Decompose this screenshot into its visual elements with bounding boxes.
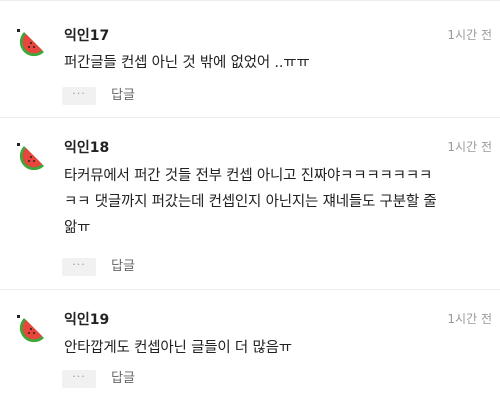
more-options-button[interactable]: ··· [62, 369, 96, 388]
comment-actions: ··· 답글 [62, 368, 135, 388]
reply-button[interactable]: 답글 [111, 87, 135, 105]
comment-nickname: 익인17 [64, 28, 110, 44]
comment-line: 앎ㅠ [64, 220, 91, 236]
more-options-button[interactable]: ··· [62, 257, 96, 276]
comment-body: 안타깝게도 컨셉아닌 글들이 더 많음ㅠ [64, 335, 494, 361]
watermelon-icon [14, 28, 48, 62]
comment-actions: ··· 답글 [62, 256, 135, 276]
comment-line: 타커뮤에서 퍼간 것들 전부 컨셉 아니고 진짜야ㅋㅋㅋㅋㅋㅋㅋ [64, 168, 433, 184]
comment-timestamp: 1시간 전 [447, 312, 492, 326]
comment-item: 익인18 1시간 전 타커뮤에서 퍼간 것들 전부 컨셉 아니고 진짜야ㅋㅋㅋㅋ… [0, 118, 500, 290]
comment-line: 퍼간글들 컨셉 아닌 것 밖에 없었어 ..ㅠㅠ [64, 55, 310, 71]
comment-actions: ··· 답글 [62, 85, 135, 105]
comment-line: ㅋㅋ 댓글까지 퍼갔는데 컨셉인지 아닌지는 쟤네들도 구분할 줄 [64, 194, 437, 210]
reply-button[interactable]: 답글 [111, 370, 135, 388]
comment-body: 타커뮤에서 퍼간 것들 전부 컨셉 아니고 진짜야ㅋㅋㅋㅋㅋㅋㅋ ㅋㅋ 댓글까지… [64, 163, 494, 241]
comment-timestamp: 1시간 전 [447, 140, 492, 154]
more-options-button[interactable]: ··· [62, 86, 96, 105]
reply-button[interactable]: 답글 [111, 258, 135, 276]
comment-body: 퍼간글들 컨셉 아닌 것 밖에 없었어 ..ㅠㅠ [64, 50, 494, 76]
comment-item: 익인17 1시간 전 퍼간글들 컨셉 아닌 것 밖에 없었어 ..ㅠㅠ ··· … [0, 0, 500, 118]
watermelon-icon [14, 142, 48, 176]
watermelon-icon [14, 314, 48, 348]
comment-nickname: 익인19 [64, 312, 110, 328]
comment-timestamp: 1시간 전 [447, 28, 492, 42]
comment-nickname: 익인18 [64, 140, 110, 156]
comment-line: 안타깝게도 컨셉아닌 글들이 더 많음ㅠ [64, 340, 292, 356]
comment-list: 익인17 1시간 전 퍼간글들 컨셉 아닌 것 밖에 없었어 ..ㅠㅠ ··· … [0, 0, 500, 400]
comment-item: 익인19 1시간 전 안타깝게도 컨셉아닌 글들이 더 많음ㅠ ··· 답글 [0, 290, 500, 400]
